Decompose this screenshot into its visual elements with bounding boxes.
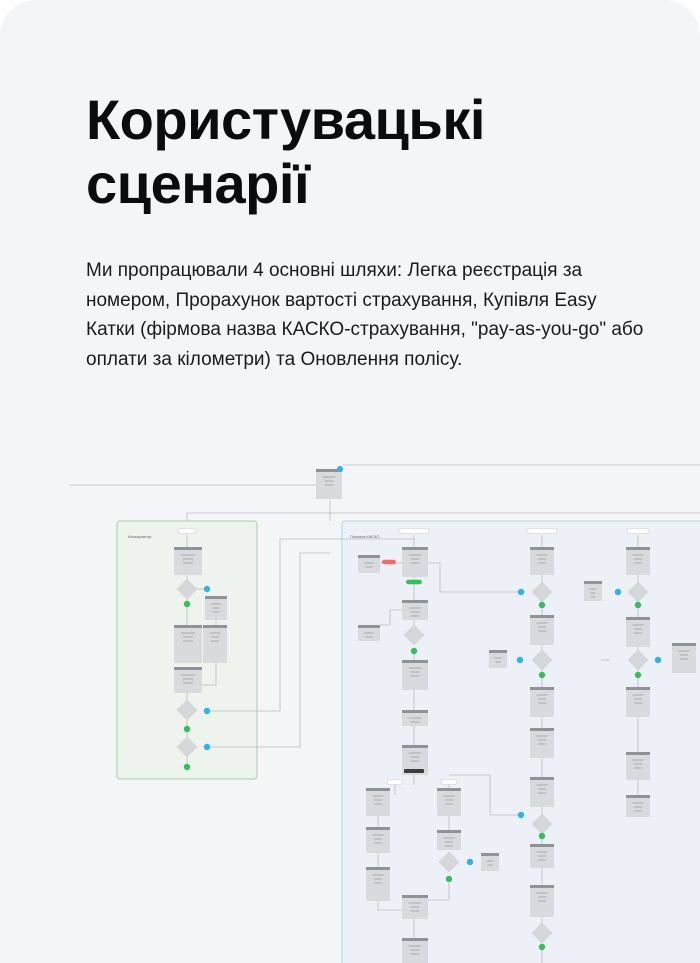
- lane-label: [398, 528, 430, 534]
- no-badge: [614, 588, 622, 596]
- flow-node: [203, 625, 227, 663]
- yes-badge: [183, 600, 191, 608]
- flow-node: [437, 788, 461, 816]
- flow-node: [366, 867, 390, 901]
- yes-badge: [538, 832, 546, 840]
- flow-node: [437, 830, 461, 850]
- user-flow-diagram: Калькулятор Покупка КАСКО: [0, 455, 700, 963]
- yes-badge: [538, 943, 546, 951]
- flow-node: [626, 795, 650, 817]
- flow-node: [489, 650, 507, 668]
- flow-node: [626, 547, 650, 575]
- page-description: Ми пропрацювали 4 основні шляхи: Легка р…: [86, 260, 644, 370]
- flow-node: [530, 687, 554, 717]
- flow-node: [481, 853, 499, 871]
- start-badge: [337, 466, 343, 472]
- flow-node: [316, 469, 342, 499]
- flow-node: [174, 667, 202, 693]
- flow-node: [530, 728, 554, 758]
- kasko-group-label: Покупка КАСКО: [350, 534, 379, 539]
- yes-badge: [538, 601, 546, 609]
- yes-badge: [634, 601, 642, 609]
- page-title: Користувацькі сценарії: [86, 88, 485, 215]
- flow-node: [626, 617, 650, 647]
- no-badge: [466, 858, 474, 866]
- flow-node: [584, 581, 602, 601]
- flow-node: [530, 615, 554, 645]
- flow-node: [530, 844, 554, 868]
- lane-label: [440, 779, 458, 785]
- no-badge: [517, 588, 525, 596]
- dark-button: [404, 769, 424, 773]
- status-pill: [406, 579, 422, 585]
- flow-node: [530, 885, 554, 917]
- no-badge: [516, 656, 524, 664]
- yes-badge: [634, 671, 642, 679]
- flow-node: [626, 752, 650, 780]
- yes-badge: [410, 647, 418, 655]
- flow-node: [174, 625, 202, 663]
- yes-badge: [183, 763, 191, 771]
- flow-node: [402, 938, 428, 963]
- yes-badge: [538, 671, 546, 679]
- yes-badge: [183, 725, 191, 733]
- flow-node: [402, 660, 428, 690]
- flow-node: [358, 625, 380, 641]
- scenario-card: Користувацькі сценарії Ми пропрацювали 4…: [0, 0, 700, 963]
- yes-badge: [445, 875, 453, 883]
- lane-label: [526, 528, 558, 534]
- no-badge: [203, 707, 211, 715]
- user-flow-svg: Калькулятор Покупка КАСКО: [70, 464, 700, 963]
- lane-label: [386, 779, 404, 785]
- flow-node: [358, 555, 380, 573]
- flow-node: [366, 788, 390, 816]
- flow-node: [402, 600, 428, 620]
- flow-node: [530, 547, 554, 575]
- flow-node: [626, 687, 650, 717]
- flow-node: [402, 547, 428, 577]
- calculator-group-label: Калькулятор: [128, 534, 152, 539]
- no-badge: [517, 811, 525, 819]
- flow-node: [402, 710, 428, 726]
- lane-label: [626, 528, 650, 534]
- flow-node: [530, 777, 554, 807]
- flow-node: [672, 643, 696, 673]
- flow-node: [366, 827, 390, 853]
- lane-label: [177, 528, 197, 534]
- no-badge: [203, 585, 211, 593]
- flow-node: [205, 596, 227, 620]
- kasko-group: [341, 520, 700, 963]
- flow-node: [402, 895, 428, 919]
- status-pill: [382, 559, 396, 565]
- flow-node: [174, 547, 202, 575]
- no-badge: [203, 743, 211, 751]
- no-badge: [654, 656, 662, 664]
